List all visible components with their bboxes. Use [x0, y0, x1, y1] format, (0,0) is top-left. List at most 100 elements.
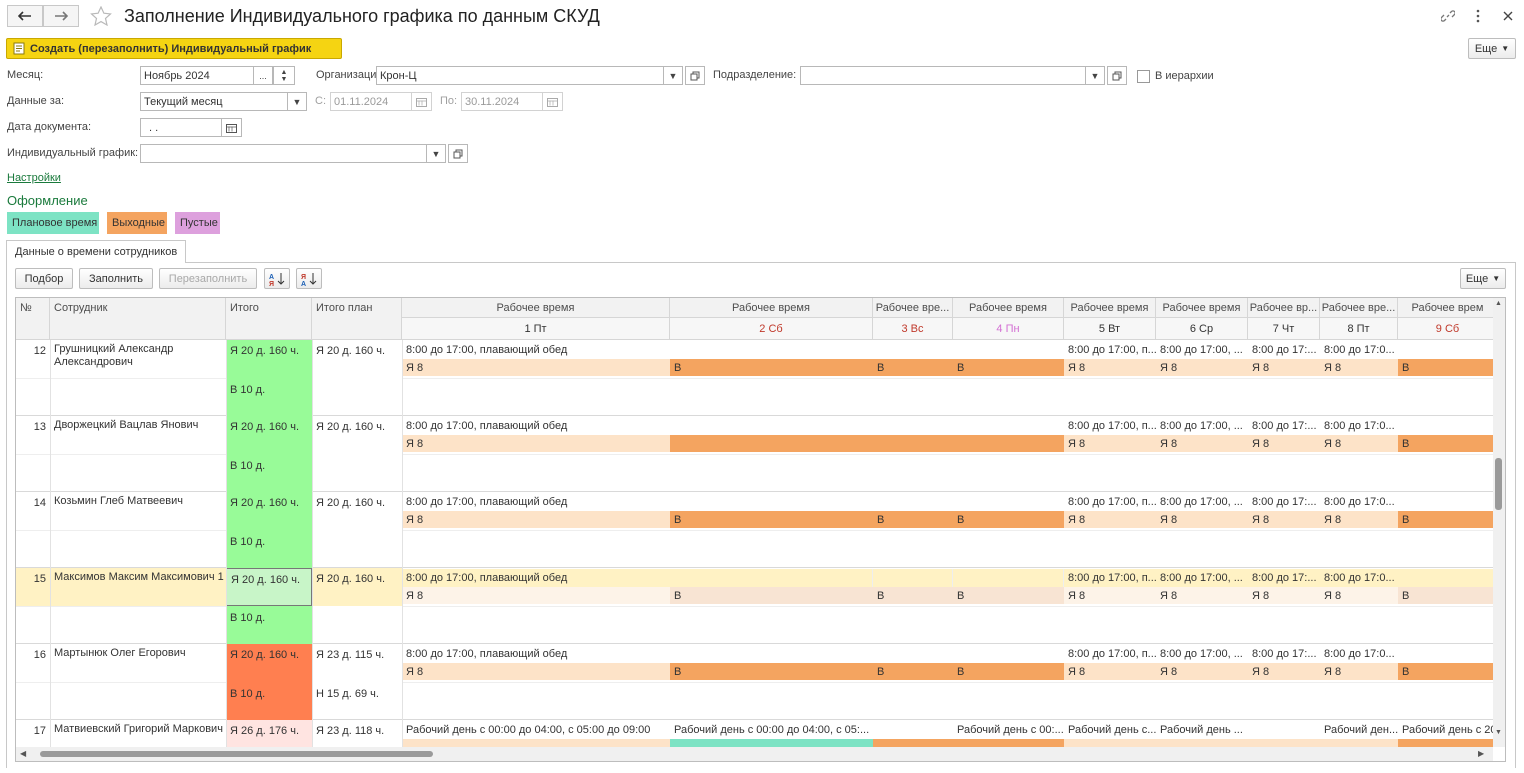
total-plan-extra-cell[interactable] — [312, 378, 402, 416]
day-code-cell[interactable]: Я 8 — [1156, 511, 1248, 528]
day-code-cell[interactable]: В — [670, 587, 873, 604]
day-schedule-cell[interactable] — [1398, 569, 1493, 587]
day-schedule-cell[interactable]: 8:00 до 17:00, плавающий обед — [402, 341, 670, 359]
day-schedule-cell[interactable]: 8:00 до 17:00, п... — [1064, 493, 1156, 511]
day-schedule-cell[interactable]: 8:00 до 17:00, п... — [1064, 569, 1156, 587]
day-schedule-cell[interactable]: 8:00 до 17:00, плавающий обед — [402, 493, 670, 511]
day-schedule-cell[interactable]: 8:00 до 17:00, плавающий обед — [402, 645, 670, 663]
department-open-icon[interactable] — [1107, 66, 1127, 85]
day-schedule-cell[interactable] — [1398, 493, 1493, 511]
employee-name[interactable]: Максимов Максим Максимович 1 — [50, 571, 226, 615]
day-schedule-cell[interactable]: 8:00 до 17:00, плавающий обед — [402, 417, 670, 435]
tab-employee-time[interactable]: Данные о времени сотрудников — [6, 240, 187, 263]
day-schedule-cell[interactable]: 8:00 до 17:00, п... — [1064, 341, 1156, 359]
total-plan-cell[interactable]: Я 23 д. 115 ч. — [312, 644, 402, 682]
day-schedule-cell[interactable] — [873, 417, 953, 435]
day-schedule-cell[interactable]: 8:00 до 17:00, плавающий обед — [402, 569, 670, 587]
header-day-label[interactable]: 7 Чт — [1248, 318, 1320, 340]
hierarchy-checkbox[interactable] — [1137, 70, 1150, 83]
total-plan-cell[interactable]: Я 20 д. 160 ч. — [312, 416, 402, 454]
day-code-cell[interactable]: Я 8 — [1064, 435, 1156, 452]
data-for-field[interactable]: Текущий месяц — [140, 92, 288, 111]
create-schedule-button[interactable]: Создать (перезаполнить) Индивидуальный г… — [6, 38, 342, 59]
department-dropdown-icon[interactable]: ▼ — [1085, 66, 1105, 85]
day-schedule-cell[interactable]: 8:00 до 17:00, ... — [1156, 417, 1248, 435]
day-schedule-cell[interactable] — [953, 341, 1064, 359]
star-icon[interactable] — [90, 5, 112, 29]
day-schedule-cell[interactable] — [953, 417, 1064, 435]
schedule-field[interactable] — [140, 144, 427, 163]
day-code-cell[interactable]: Я 8 — [1248, 511, 1320, 528]
header-day-label[interactable]: 4 Пн — [953, 318, 1064, 340]
calendar-icon[interactable] — [542, 92, 563, 111]
day-schedule-cell[interactable]: 8:00 до 17:00, ... — [1156, 493, 1248, 511]
forward-button[interactable] — [43, 5, 79, 27]
day-code-cell[interactable]: Я 8 — [402, 587, 670, 604]
day-schedule-cell[interactable] — [873, 721, 953, 739]
day-schedule-cell[interactable]: 8:00 до 17:... — [1248, 341, 1320, 359]
day-code-cell[interactable]: В — [953, 359, 1064, 376]
total-fact-cell[interactable]: Я 20 д. 160 ч. — [226, 416, 312, 454]
back-button[interactable] — [7, 5, 43, 27]
day-schedule-cell[interactable]: 8:00 до 17:00, ... — [1156, 645, 1248, 663]
day-code-cell[interactable]: Я 8 — [1064, 587, 1156, 604]
sort-descending-button[interactable]: ЯА — [296, 268, 322, 289]
day-code-cell[interactable]: В — [953, 587, 1064, 604]
schedule-open-icon[interactable] — [448, 144, 468, 163]
header-day-group[interactable]: Рабочее вр... — [1248, 298, 1320, 318]
day-schedule-cell[interactable]: Рабочий день ... — [1156, 721, 1248, 739]
day-schedule-cell[interactable]: 8:00 до 17:00, ... — [1156, 569, 1248, 587]
day-schedule-cell[interactable]: Рабочий день с 00:00 до 04:00, с 05:00 д… — [402, 721, 670, 739]
month-select-button[interactable]: ... — [253, 66, 273, 85]
pick-button[interactable]: Подбор — [15, 268, 73, 289]
month-stepper[interactable]: ▲ ▼ — [273, 66, 295, 85]
header-day-group[interactable]: Рабочее время — [1064, 298, 1156, 318]
day-schedule-cell[interactable] — [670, 645, 873, 663]
header-num[interactable]: № — [16, 298, 50, 340]
day-code-cell[interactable]: Я 8 — [1064, 663, 1156, 680]
sort-ascending-button[interactable]: АЯ — [264, 268, 290, 289]
day-schedule-cell[interactable]: 8:00 до 17:... — [1248, 569, 1320, 587]
total-plan-extra-cell[interactable] — [312, 606, 402, 644]
header-day-group[interactable]: Рабочее время — [402, 298, 670, 318]
day-schedule-cell[interactable]: 8:00 до 17:... — [1248, 645, 1320, 663]
month-field[interactable]: Ноябрь 2024 — [140, 66, 254, 85]
day-code-cell[interactable]: Я 8 — [1156, 359, 1248, 376]
day-schedule-cell[interactable]: Рабочий день с 00:... — [953, 721, 1064, 739]
employee-name[interactable]: Козьмин Глеб Матвеевич — [50, 495, 226, 539]
day-schedule-cell[interactable] — [953, 493, 1064, 511]
day-code-cell[interactable] — [1064, 739, 1156, 747]
settings-link[interactable]: Настройки — [7, 172, 61, 184]
day-schedule-cell[interactable] — [953, 645, 1064, 663]
day-schedule-cell[interactable]: 8:00 до 17:... — [1248, 493, 1320, 511]
day-schedule-cell[interactable]: 8:00 до 17:0... — [1320, 341, 1398, 359]
total-plan-extra-cell[interactable]: Н 15 д. 69 ч. — [312, 682, 402, 720]
organization-open-icon[interactable] — [685, 66, 705, 85]
day-code-cell[interactable]: В — [873, 511, 953, 528]
day-code-cell[interactable]: Я 8 — [402, 663, 670, 680]
data-for-dropdown-icon[interactable]: ▼ — [287, 92, 307, 111]
total-weekend-cell[interactable]: В 10 д. — [226, 530, 312, 568]
day-schedule-cell[interactable] — [1248, 721, 1320, 739]
day-code-cell[interactable]: Я 8 — [1320, 511, 1398, 528]
employee-name[interactable]: Дворжецкий Вацлав Янович — [50, 419, 226, 463]
day-code-cell[interactable]: Я 8 — [1064, 359, 1156, 376]
horizontal-scrollbar[interactable]: ◀ ▶ — [16, 747, 1493, 761]
day-code-cell[interactable] — [670, 435, 873, 452]
header-day-group[interactable]: Рабочее время — [1156, 298, 1248, 318]
organization-dropdown-icon[interactable]: ▼ — [663, 66, 683, 85]
scroll-up-icon[interactable]: ▲ — [1495, 300, 1502, 307]
header-day-label[interactable]: 6 Ср — [1156, 318, 1248, 340]
header-day-label[interactable]: 5 Вт — [1064, 318, 1156, 340]
day-code-cell[interactable]: Я 8 — [1248, 435, 1320, 452]
day-code-cell[interactable]: Я 8 — [1248, 587, 1320, 604]
total-weekend-cell[interactable]: В 10 д. — [226, 682, 312, 720]
header-day-label[interactable]: 9 Сб — [1398, 318, 1493, 340]
header-total[interactable]: Итого — [226, 298, 312, 340]
day-code-cell[interactable]: Я 8 — [1320, 359, 1398, 376]
scroll-left-icon[interactable]: ◀ — [20, 749, 26, 758]
total-weekend-cell[interactable]: В 10 д. — [226, 606, 312, 644]
total-plan-cell[interactable]: Я 23 д. 118 ч. — [312, 720, 402, 747]
day-code-cell[interactable]: Я 8 — [1156, 587, 1248, 604]
scroll-right-icon[interactable]: ▶ — [1478, 749, 1484, 758]
